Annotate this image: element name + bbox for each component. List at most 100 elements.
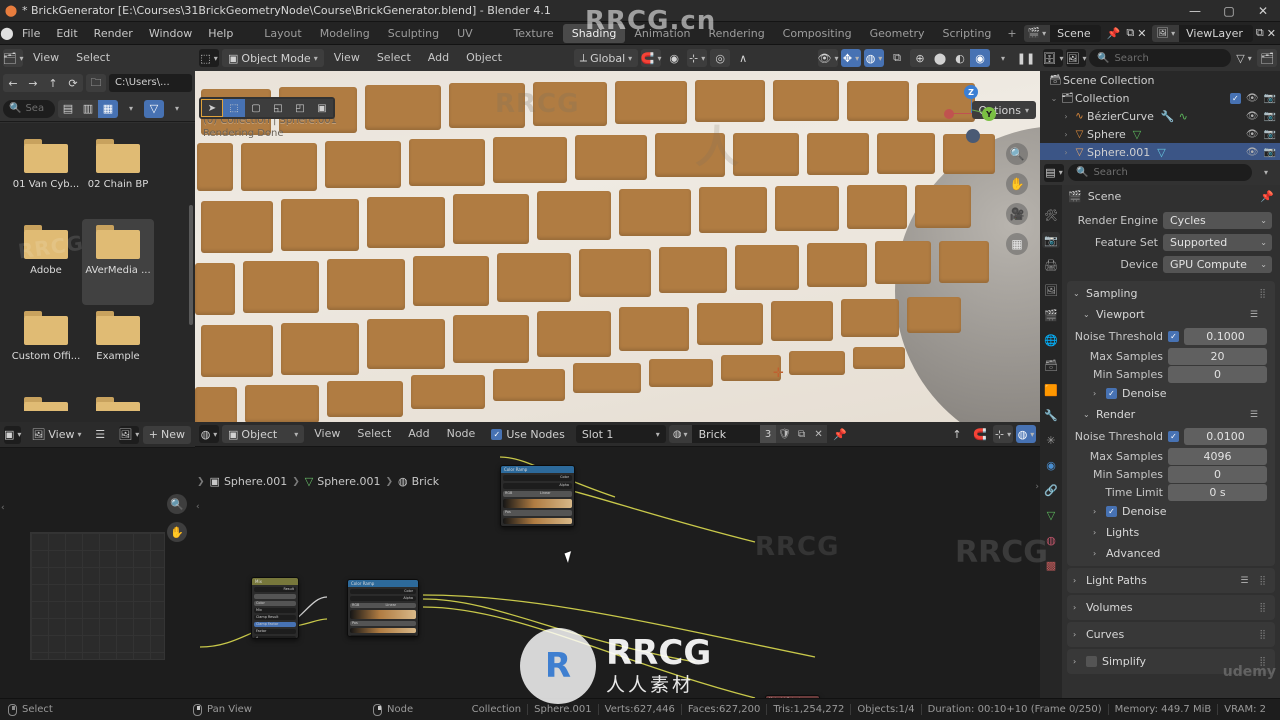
menu-edit[interactable]: Edit <box>48 22 85 45</box>
feature-set-dropdown[interactable]: Supported ⌄ <box>1163 233 1272 251</box>
outliner-row-scene-collection[interactable]: 🗃 Scene Collection <box>1040 71 1280 89</box>
menu-render[interactable]: Render <box>86 22 141 45</box>
render-subsection-header[interactable]: ⌄ Render ☰ <box>1077 404 1275 425</box>
drag-dots-icon[interactable]: ⣿ <box>1259 576 1275 586</box>
object-mode-dropdown[interactable]: ▣ Object Mode ▾ <box>222 49 324 67</box>
viewport-max-samples-field[interactable]: 20 <box>1168 347 1267 365</box>
falloff-curve-icon[interactable]: ∧ <box>733 49 753 67</box>
add-workspace-button[interactable]: + <box>1000 24 1023 43</box>
camera-icon[interactable]: 📷 <box>1264 111 1276 122</box>
shading-material-preview-icon[interactable]: ◐ <box>950 49 970 67</box>
filter-options-chevron-icon[interactable]: ▾ <box>167 100 187 118</box>
eye-icon[interactable]: 👁 <box>1246 93 1259 104</box>
properties-tab-render[interactable]: 📷 <box>1042 232 1060 248</box>
disclosure-triangle-icon[interactable]: › <box>1060 112 1072 121</box>
shader-menu-select[interactable]: Select <box>350 425 398 443</box>
tab-texture-paint[interactable]: Texture Paint <box>504 24 562 59</box>
render-noise-threshold-field[interactable]: 0.0100 <box>1184 427 1267 445</box>
file-list-container[interactable]: 01 Van Cyb... 02 Chain BP Adobe AVerMedi… <box>0 123 195 422</box>
outliner-search-input[interactable]: 🔍 Search <box>1089 49 1231 67</box>
overlays-icon[interactable]: ◍ ▾ <box>864 49 884 67</box>
tab-scripting[interactable]: Scripting <box>933 24 1000 43</box>
fake-user-shield-icon[interactable]: 🛡 <box>776 425 794 443</box>
viewport-noise-threshold-checkbox[interactable]: ✓ <box>1168 330 1179 342</box>
select-intersect-icon[interactable]: ▣ <box>311 99 333 117</box>
select-new-icon[interactable]: ▢ <box>245 99 267 117</box>
light-paths-panel[interactable]: › Light Paths ☰ ⣿ <box>1067 568 1275 593</box>
outliner-filter-funnel-icon[interactable]: ▽ ▾ <box>1234 49 1254 67</box>
copy-material-icon[interactable]: ⧉ <box>793 425 811 443</box>
properties-tab-view-layer[interactable]: 🖼 <box>1042 282 1060 298</box>
preset-list-icon[interactable]: ☰ <box>1250 410 1264 420</box>
gizmo-x-axis[interactable] <box>944 109 954 119</box>
properties-tab-collection[interactable]: 🗃 <box>1042 357 1060 373</box>
file-item[interactable] <box>82 391 154 411</box>
render-noise-threshold-checkbox[interactable]: ✓ <box>1168 430 1179 442</box>
tab-geometry-nodes[interactable]: Geometry Nodes <box>861 24 934 59</box>
eye-icon[interactable]: 👁 <box>1246 129 1259 140</box>
camera-icon[interactable]: 📷 <box>1264 93 1276 104</box>
unlink-material-icon[interactable]: ✕ <box>810 425 828 443</box>
volumes-panel[interactable]: › Volumes ⣿ <box>1067 595 1275 620</box>
new-scene-button[interactable]: ⧉ <box>1126 26 1134 40</box>
nav-refresh-icon[interactable]: ⟳ <box>63 74 83 92</box>
eye-icon[interactable]: 👁 <box>1246 111 1259 122</box>
viewport-subsection-header[interactable]: ⌄ Viewport ☰ <box>1077 304 1275 325</box>
select-box-icon[interactable]: ⬚ <box>223 99 245 117</box>
pin-scene-icon[interactable]: 📌 <box>1104 27 1124 40</box>
node-canvas[interactable]: ❯ ▣ Sphere.001 ❯ ▽ Sphere.001 ❯ ◍ Brick … <box>195 447 1040 698</box>
properties-tab-data[interactable]: ▽ <box>1042 507 1060 523</box>
gizmo-y-axis[interactable]: Y <box>982 107 996 121</box>
node-prop[interactable]: Pos <box>503 510 572 516</box>
visibility-eye-icon[interactable]: 👁 ▾ <box>818 49 839 67</box>
advanced-header[interactable]: › Advanced <box>1077 543 1275 564</box>
expand-right-arrow-icon[interactable]: › <box>1035 482 1039 492</box>
outliner-row-collection[interactable]: ⌄ 🗂 Collection ✓ 👁 📷 <box>1040 89 1280 107</box>
file-browser-menu-select[interactable]: Select <box>69 49 117 67</box>
maximize-button[interactable]: ▢ <box>1212 0 1246 22</box>
viewport-menu-select[interactable]: Select <box>370 49 418 67</box>
transform-orientation-dropdown[interactable]: ⟂ Global ▾ <box>573 49 639 67</box>
display-thumbnail-grid-icon[interactable]: ▦ <box>98 99 118 118</box>
render-engine-dropdown[interactable]: Cycles ⌄ <box>1163 211 1272 229</box>
tab-animation[interactable]: Animation <box>625 24 699 43</box>
viewlayer-selector[interactable]: 🖼 ▾ ViewLayer <box>1152 24 1253 42</box>
snap-magnet-icon[interactable]: 🧲 ▾ <box>641 49 662 67</box>
editor-type-3dview-icon[interactable]: ⬚ ▾ <box>199 49 219 67</box>
nav-up-icon[interactable]: ↑ <box>43 74 63 92</box>
viewport-denoise-header[interactable]: › ✓ Denoise <box>1077 383 1275 404</box>
close-button[interactable]: ✕ <box>1246 0 1280 22</box>
shader-menu-view[interactable]: View <box>307 425 347 443</box>
curves-panel[interactable]: › Curves ⣿ <box>1067 622 1275 647</box>
drag-dots-icon[interactable]: ⣿ <box>1259 630 1275 640</box>
shader-menu-node[interactable]: Node <box>440 425 483 443</box>
breadcrumb-object[interactable]: ▣ Sphere.001 <box>210 475 288 488</box>
menu-file[interactable]: File <box>14 22 48 45</box>
delete-scene-button[interactable]: ✕ <box>1137 27 1146 40</box>
editor-type-outliner-icon[interactable]: 🗄 ▾ <box>1043 49 1064 67</box>
simplify-checkbox[interactable]: ✓ <box>1086 656 1097 667</box>
render-time-limit-field[interactable]: 0 s <box>1168 483 1267 501</box>
properties-tab-texture[interactable]: ▩ <box>1042 557 1060 573</box>
render-min-samples-field[interactable]: 0 <box>1168 465 1267 483</box>
mesh-data-icon[interactable]: ▽ <box>1133 128 1141 141</box>
toggle-perspective-icon[interactable]: ▦ <box>1006 233 1028 255</box>
eye-icon[interactable]: 👁 <box>1246 147 1259 158</box>
menu-help[interactable]: Help <box>200 22 241 45</box>
modifier-wrench-icon[interactable]: 🔧 <box>1161 110 1175 123</box>
simplify-panel[interactable]: › ✓ Simplify ⣿ <box>1067 649 1275 674</box>
file-browser-scrollbar[interactable] <box>189 205 193 325</box>
properties-tab-output[interactable]: 🖨 <box>1042 257 1060 273</box>
curves-header[interactable]: › Curves ⣿ <box>1067 624 1275 645</box>
lights-header[interactable]: › Lights <box>1077 522 1275 543</box>
material-datablock[interactable]: ◍ ▾ Brick 3 🛡 ⧉ ✕ <box>668 425 828 443</box>
image-editor-view-menu[interactable]: 🖼 View ▾ <box>25 426 87 444</box>
pan-view-icon[interactable]: ✋ <box>1006 173 1028 195</box>
preset-list-icon[interactable]: ☰ <box>1250 310 1264 320</box>
mesh-data-icon[interactable]: ▽ <box>1157 146 1165 159</box>
node-parent-up-icon[interactable]: ↑ <box>947 425 967 443</box>
tweak-tool-icon[interactable]: ➤ <box>201 99 223 117</box>
viewport-canvas[interactable]: User Perspective (0) Collection | Sphere… <box>195 71 1040 422</box>
zoom-view-icon[interactable]: 🔍 <box>1006 143 1028 165</box>
gizmo-icon[interactable]: ✥ ▾ <box>841 49 861 67</box>
